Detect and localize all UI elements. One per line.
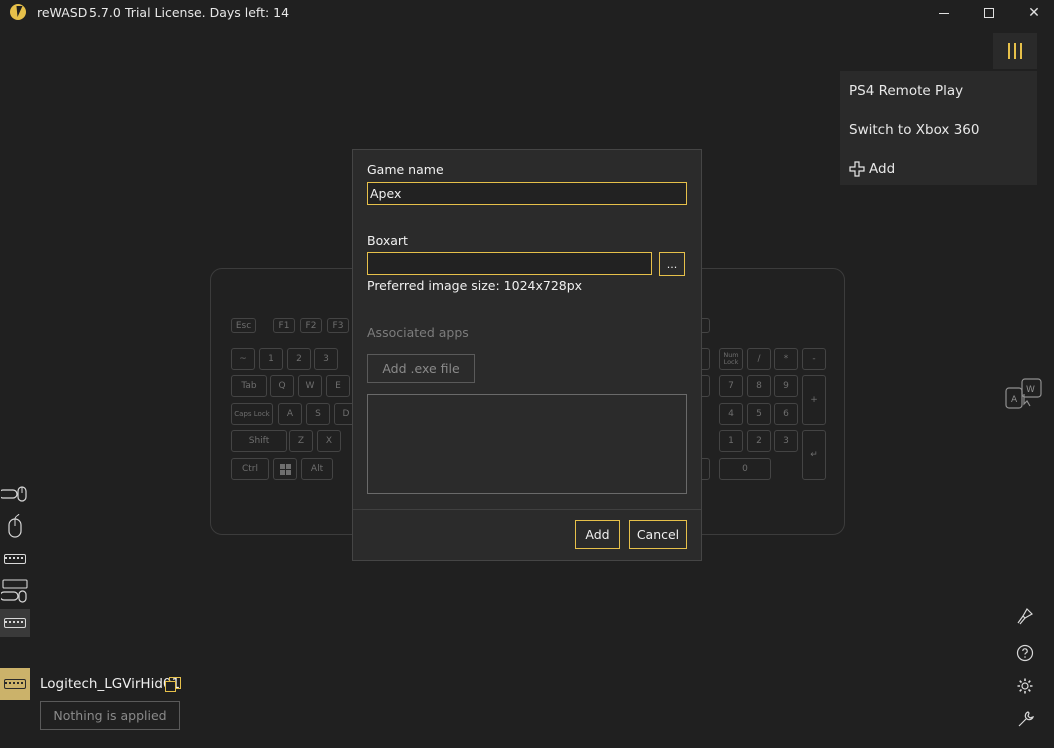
device-keyboard-icon[interactable]	[0, 668, 30, 700]
applied-status: Nothing is applied	[40, 701, 180, 730]
key-num-subtract[interactable]: -	[802, 348, 826, 370]
key-tab[interactable]: Tab	[231, 375, 267, 397]
boxart-label: Boxart	[367, 233, 408, 248]
key-alt[interactable]: Alt	[301, 458, 333, 480]
key-3[interactable]: 3	[314, 348, 338, 370]
close-icon: ✕	[1028, 5, 1040, 21]
key-num-8[interactable]: 8	[747, 375, 771, 397]
keyboard-glyph	[4, 618, 26, 628]
key-esc[interactable]: Esc	[231, 318, 256, 333]
key-num-3[interactable]: 3	[774, 430, 798, 452]
device-name: Logitech_LGVirHid01	[40, 676, 181, 692]
gamepad-mouse-glyph	[1, 486, 27, 502]
key-a[interactable]: A	[278, 403, 302, 425]
key-f1[interactable]: F1	[273, 318, 295, 333]
key-tilde[interactable]: ~	[231, 348, 255, 370]
key-num-4[interactable]: 4	[719, 403, 743, 425]
mouse-icon[interactable]	[0, 512, 30, 540]
gamepad-keyboard-glyph	[1, 579, 28, 603]
menu-bar	[1014, 43, 1016, 59]
browse-button[interactable]: ...	[659, 252, 685, 276]
key-num-0[interactable]: 0	[719, 458, 771, 480]
associated-apps-list[interactable]	[367, 394, 687, 494]
tools-icon[interactable]	[1013, 707, 1037, 731]
gamepad-keyboard-icon[interactable]	[0, 577, 30, 605]
title-bar: reWASD 5.7.0 Trial License. Days left: 1…	[0, 0, 1054, 26]
key-q[interactable]: Q	[270, 375, 294, 397]
app-name: reWASD	[37, 5, 88, 20]
help-icon[interactable]	[1013, 641, 1037, 665]
app-version: 5.7.0	[89, 5, 121, 20]
close-button[interactable]: ✕	[1011, 0, 1054, 26]
key-e[interactable]: E	[326, 375, 350, 397]
game-name-input[interactable]: Apex	[367, 182, 687, 205]
mouse-glyph	[8, 514, 22, 538]
keyboard-glyph	[4, 679, 26, 689]
keyboard-icon[interactable]	[0, 545, 30, 573]
key-num-plus[interactable]: +	[802, 375, 826, 425]
add-game-dialog: Game name Apex Boxart ... Preferred imag…	[352, 149, 702, 561]
key-z[interactable]: Z	[289, 430, 313, 452]
minimize-icon	[939, 12, 949, 14]
key-num-5[interactable]: 5	[747, 403, 771, 425]
add-exe-button[interactable]: Add .exe file	[367, 354, 475, 383]
key-f2[interactable]: F2	[300, 318, 322, 333]
key-ctrl[interactable]: Ctrl	[231, 458, 269, 480]
add-profile-label: Add	[869, 161, 896, 177]
key-num-7[interactable]: 7	[719, 375, 743, 397]
add-button[interactable]: Add	[575, 520, 620, 549]
key-num-1[interactable]: 1	[719, 430, 743, 452]
svg-text:W: W	[1026, 385, 1035, 395]
settings-icon[interactable]	[1013, 674, 1037, 698]
key-w[interactable]: W	[298, 375, 322, 397]
associated-apps-label: Associated apps	[367, 325, 469, 340]
key-x[interactable]: X	[317, 430, 341, 452]
profile-menu: PS4 Remote Play Switch to Xbox 360 Add	[840, 71, 1037, 185]
key-num-multiply[interactable]: *	[774, 348, 798, 370]
key-1[interactable]: 1	[259, 348, 283, 370]
key-num-lock[interactable]: Num Lock	[719, 348, 743, 370]
profile-item-ps4-remote-play[interactable]: PS4 Remote Play	[849, 83, 963, 99]
key-caps-lock[interactable]: Caps Lock	[231, 403, 273, 425]
keyboard-glyph	[4, 554, 26, 564]
key-f3[interactable]: F3	[327, 318, 349, 333]
cancel-button[interactable]: Cancel	[629, 520, 687, 549]
dialog-divider	[353, 509, 701, 510]
plus-icon	[849, 161, 865, 177]
key-shift[interactable]: Shift	[231, 430, 287, 452]
key-num-6[interactable]: 6	[774, 403, 798, 425]
profile-menu-button[interactable]	[993, 33, 1037, 69]
keyboard-icon[interactable]	[0, 609, 30, 637]
boxart-input[interactable]	[367, 252, 652, 275]
key-s[interactable]: S	[306, 403, 330, 425]
gamepad-mouse-icon[interactable]	[0, 480, 30, 508]
menu-bar	[1008, 43, 1010, 59]
windows-icon	[279, 463, 291, 475]
license-info: Trial License. Days left: 14	[125, 5, 290, 20]
game-name-label: Game name	[367, 162, 444, 177]
key-2[interactable]: 2	[287, 348, 311, 370]
key-win[interactable]	[273, 458, 297, 480]
boxart-size-hint: Preferred image size: 1024x728px	[367, 278, 583, 293]
clean-icon[interactable]	[1013, 604, 1037, 628]
key-num-2[interactable]: 2	[747, 430, 771, 452]
copy-icon[interactable]	[165, 677, 181, 692]
rewasd-logo-icon	[10, 4, 26, 20]
minimize-button[interactable]	[921, 0, 967, 26]
key-num-divide[interactable]: /	[747, 348, 771, 370]
key-num-9[interactable]: 9	[774, 375, 798, 397]
key-num-enter[interactable]: ↵	[802, 430, 826, 480]
profile-item-switch-xbox-360[interactable]: Switch to Xbox 360	[849, 122, 979, 138]
maximize-icon	[984, 8, 994, 18]
maximize-button[interactable]	[966, 0, 1012, 26]
add-profile-button[interactable]: Add	[849, 161, 895, 177]
menu-bar	[1020, 43, 1022, 59]
svg-text:A: A	[1011, 395, 1018, 405]
key-remap-icon[interactable]: A W	[1005, 378, 1043, 410]
